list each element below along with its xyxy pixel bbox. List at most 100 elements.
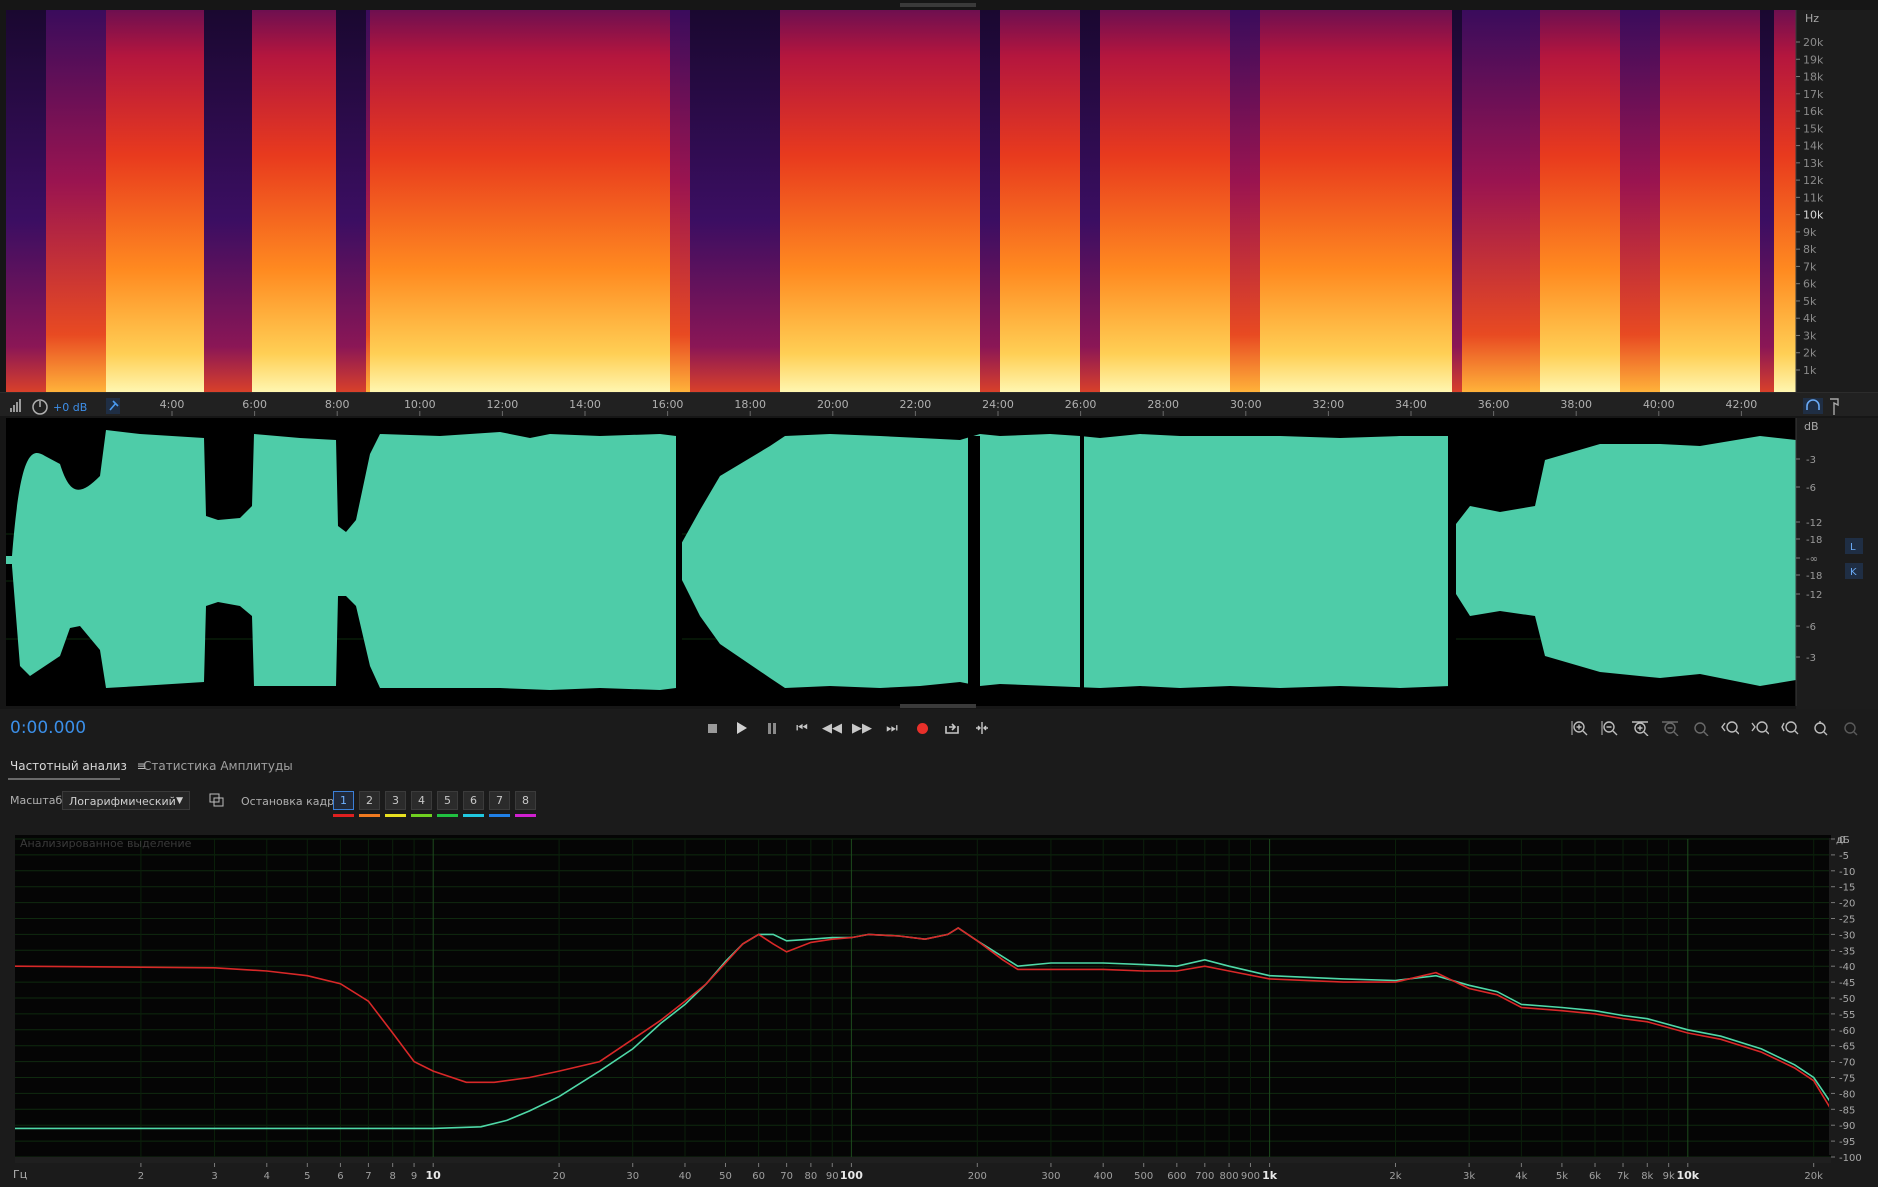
play-icon: [737, 722, 747, 734]
timeline-label: 20:00: [817, 398, 849, 411]
spectrogram-unit: Hz: [1805, 12, 1819, 25]
spectrum-y-tick-label: -50: [1839, 994, 1855, 1005]
spectrogram-freq-label: 10k: [1803, 209, 1824, 222]
play-button[interactable]: [731, 717, 753, 739]
zoom-in-amplitude-button[interactable]: [1568, 717, 1592, 739]
zoom-out-amplitude-button[interactable]: [1598, 717, 1622, 739]
spectrum-x-tick-label: 100: [840, 1169, 863, 1182]
zoom-to-in-point-button[interactable]: [1718, 717, 1742, 739]
scale-dropdown[interactable]: Логарифмический ▼: [62, 791, 190, 810]
spectrum-x-tick-label: 5: [304, 1171, 310, 1182]
timecode-display[interactable]: 0:00.000: [10, 718, 86, 738]
spectrogram-freq-label: 12k: [1803, 174, 1824, 187]
tab-frequency-analysis[interactable]: Частотный анализ ≡: [10, 759, 147, 773]
zoom-selection-button[interactable]: [1688, 717, 1712, 739]
spectrum-x-tick-label: 400: [1094, 1171, 1113, 1182]
waveform-db-label: -12: [1806, 518, 1822, 529]
headphones-icon[interactable]: [1803, 398, 1823, 414]
freeze-frame-button-1[interactable]: 1: [333, 791, 354, 810]
spectrum-x-tick-label: 50: [719, 1171, 732, 1182]
spectrogram-freq-label: 18k: [1803, 71, 1824, 84]
freeze-frame-color-6: [463, 814, 484, 817]
channel-right-label: K: [1850, 567, 1857, 578]
spectrum-vertical-scrollbar[interactable]: [1829, 838, 1835, 1155]
timeline-label: 30:00: [1230, 398, 1262, 411]
go-to-start-button[interactable]: ⏮: [791, 717, 813, 739]
stop-button[interactable]: [701, 717, 723, 739]
zoom-out-time-button[interactable]: [1658, 717, 1682, 739]
spectrum-x-tick-label: 8k: [1641, 1171, 1653, 1182]
freeze-frame-label: Остановка кадра:: [241, 795, 345, 808]
spectrum-x-tick-label: 800: [1220, 1171, 1239, 1182]
freeze-frame-button-5[interactable]: 5: [437, 791, 458, 810]
waveform-db-label: -18: [1806, 535, 1822, 546]
loop-button[interactable]: [941, 717, 963, 739]
waveform-db-label: -6: [1806, 622, 1816, 633]
freeze-frame-button-4[interactable]: 4: [411, 791, 432, 810]
go-to-end-button[interactable]: ⏭: [881, 717, 903, 739]
tab-amplitude-statistics[interactable]: Статистика Амплитуды: [143, 759, 293, 773]
pin-icon[interactable]: [106, 398, 120, 414]
timeline-label: 28:00: [1147, 398, 1179, 411]
transport-bar: [0, 709, 1878, 752]
copy-icon[interactable]: [209, 793, 225, 807]
fast-forward-button[interactable]: ▶▶: [851, 717, 873, 739]
freeze-frame-color-4: [411, 814, 432, 817]
spectrum-y-tick-label: -65: [1839, 1042, 1855, 1053]
spectrogram-freq-label: 15k: [1803, 122, 1824, 135]
waveform-db-label: -12: [1806, 590, 1822, 601]
skip-back-icon: ⏮: [796, 720, 808, 736]
spectrum-y-tick-label: -85: [1839, 1105, 1855, 1116]
timeline-label: 14:00: [569, 398, 601, 411]
zoom-to-out-point-button[interactable]: [1748, 717, 1772, 739]
waveform-db-label: -18: [1806, 571, 1822, 582]
zoom-out-time-icon: [1662, 721, 1679, 736]
freeze-frame-button-8[interactable]: 8: [515, 791, 536, 810]
spectrum-y-tick-label: -90: [1839, 1121, 1855, 1132]
timeline-ruler[interactable]: +0 dB 4:00 6:00 8:00 10:00 12:00 14:00 16:00 18…: [0, 392, 1878, 417]
spectrogram-freq-label: 20k: [1803, 36, 1824, 49]
zoom-reset-button[interactable]: [1808, 717, 1832, 739]
freeze-frame-button-6[interactable]: 6: [463, 791, 484, 810]
spectrogram-panel[interactable]: Hz 20k 19k 18k 17k 16k 15k 14k 13k 12k 11k 10k 9k 8k…: [0, 0, 1878, 392]
spectrum-x-tick-label: 90: [826, 1171, 839, 1182]
zoom-full-button[interactable]: [1778, 717, 1802, 739]
spectrum-x-tick-label: 700: [1195, 1171, 1214, 1182]
spectrogram-freq-label: 16k: [1803, 105, 1824, 118]
frequency-spectrum-panel[interactable]: Анализированное выделение дБ 0 -5 -10 -15 -2…: [10, 830, 1878, 1187]
spectrogram-freq-label: 4k: [1803, 312, 1817, 325]
waveform-panel[interactable]: dB -3 -6 -12 -18 -∞ -18 -12 -6 -3 L K: [0, 416, 1878, 709]
spectrum-x-unit: Гц: [13, 1168, 27, 1181]
spectrum-x-tick-label: 600: [1167, 1171, 1186, 1182]
spectrum-y-tick-label: -70: [1839, 1058, 1855, 1069]
volume-knob-icon[interactable]: [32, 399, 48, 415]
spectrogram-freq-label: 3k: [1803, 329, 1817, 342]
freeze-frame-button-3[interactable]: 3: [385, 791, 406, 810]
zoom-out-icon: [1601, 721, 1618, 736]
spectrum-y-tick-label: -55: [1839, 1010, 1855, 1021]
skip-selection-button[interactable]: [971, 717, 993, 739]
spectrum-caption: Анализированное выделение: [20, 837, 192, 850]
zoom-extra-button[interactable]: [1838, 717, 1862, 739]
spectrum-x-tick-label: 5k: [1556, 1171, 1568, 1182]
timeline-label: 6:00: [242, 398, 267, 411]
freeze-frame-button-7[interactable]: 7: [489, 791, 510, 810]
spectrum-x-tick-label: 9k: [1663, 1171, 1675, 1182]
zoom-in-time-button[interactable]: [1628, 717, 1652, 739]
spectrum-x-tick-label: 7: [365, 1171, 371, 1182]
spectrum-horizontal-scrollbar[interactable]: [15, 1157, 1831, 1163]
spectrum-x-tick-label: 2: [138, 1171, 144, 1182]
volume-value[interactable]: +0 dB: [53, 401, 87, 414]
timeline-label: 22:00: [900, 398, 932, 411]
rewind-button[interactable]: ◀◀: [821, 717, 843, 739]
zoom-in-point-icon: [1721, 721, 1739, 735]
timeline-label: 26:00: [1065, 398, 1097, 411]
record-button[interactable]: [911, 717, 933, 739]
freeze-frame-button-2[interactable]: 2: [359, 791, 380, 810]
spectrogram-freq-label: 1k: [1803, 364, 1817, 377]
spectrum-plot-area: [15, 835, 1831, 1157]
marker-icon[interactable]: [1830, 398, 1839, 415]
signal-bars-icon: [10, 399, 21, 412]
timeline-label: 42:00: [1726, 398, 1758, 411]
pause-button[interactable]: [761, 717, 783, 739]
